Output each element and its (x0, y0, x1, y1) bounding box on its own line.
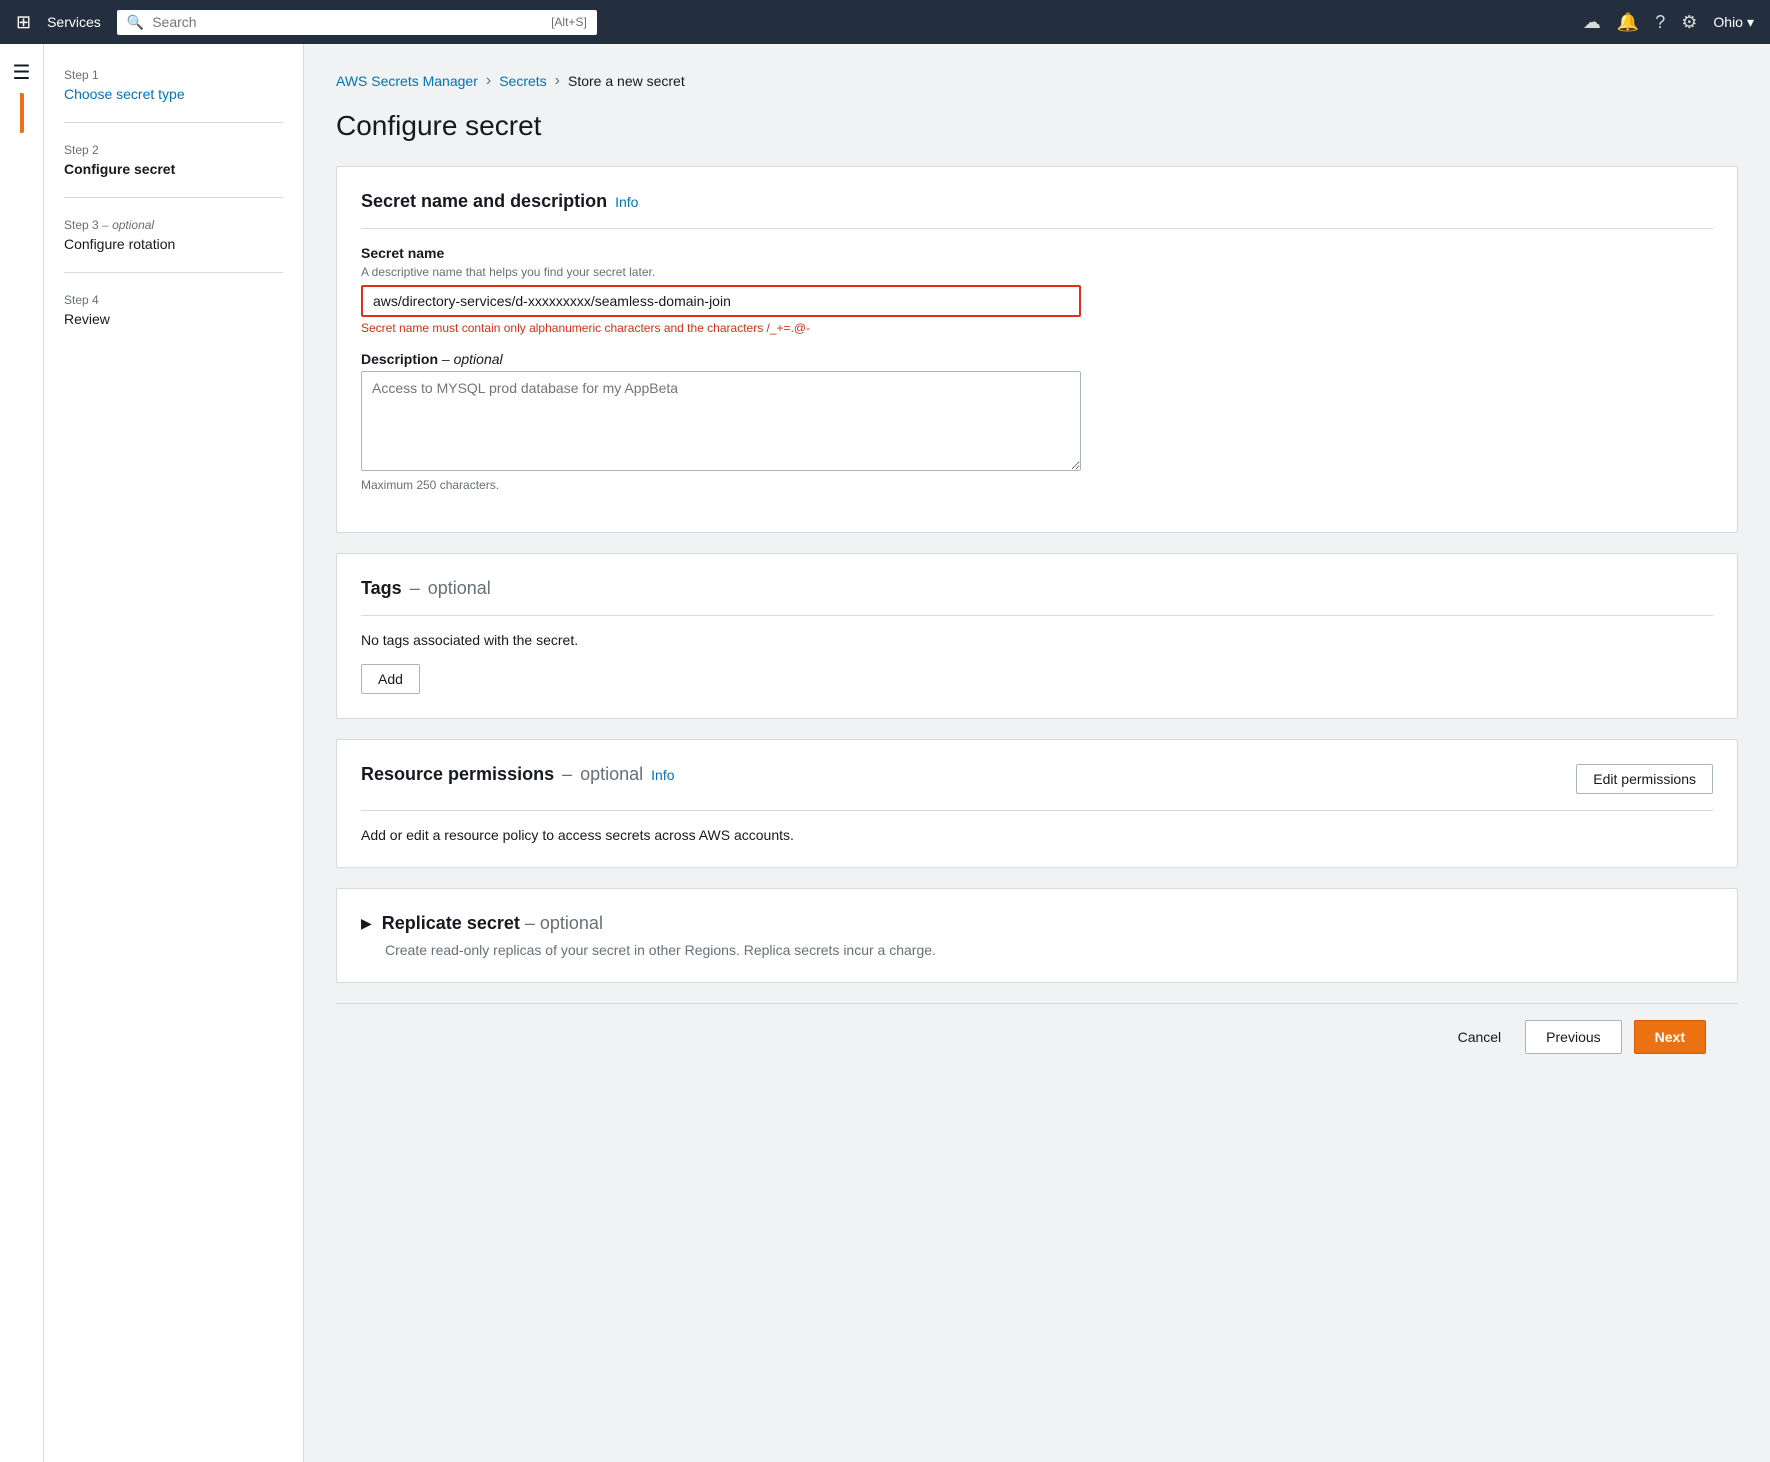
no-tags-text: No tags associated with the secret. (361, 632, 1713, 648)
region-arrow: ▾ (1747, 14, 1754, 31)
hamburger-icon[interactable]: ☰ (13, 60, 31, 85)
tags-optional: optional (428, 578, 491, 599)
step-nav: Step 1 Choose secret type Step 2 Configu… (44, 44, 304, 1462)
resource-perm-info-link[interactable]: Info (651, 767, 674, 783)
top-nav: ⊞ Services 🔍 [Alt+S] ☁ 🔔 ? ⚙ Ohio ▾ (0, 0, 1770, 44)
side-accent (20, 93, 24, 133)
step2-label: Step 2 (64, 143, 283, 157)
main-content: AWS Secrets Manager › Secrets › Store a … (304, 44, 1770, 1462)
page-footer: Cancel Previous Next (336, 1003, 1738, 1070)
region-label: Ohio (1713, 14, 1743, 30)
side-toggle: ☰ (0, 44, 44, 1462)
step2-title: Configure secret (64, 161, 283, 177)
search-bar: 🔍 [Alt+S] (117, 10, 597, 35)
step-item-1: Step 1 Choose secret type (64, 68, 283, 123)
secret-name-hint: A descriptive name that helps you find y… (361, 265, 1713, 279)
search-input[interactable] (152, 14, 543, 30)
previous-button[interactable]: Previous (1525, 1020, 1621, 1054)
breadcrumb: AWS Secrets Manager › Secrets › Store a … (336, 72, 1738, 90)
edit-permissions-button[interactable]: Edit permissions (1576, 764, 1713, 794)
step4-label: Step 4 (64, 293, 283, 307)
step3-title[interactable]: Configure rotation (64, 236, 283, 252)
replicate-desc: Create read-only replicas of your secret… (385, 942, 1713, 958)
cancel-button[interactable]: Cancel (1446, 1023, 1514, 1051)
resource-permissions-card: Resource permissions – optional Info Edi… (336, 739, 1738, 868)
secret-name-header: Secret name and description Info (361, 191, 1713, 229)
breadcrumb-sep1: › (486, 72, 491, 90)
app-layout: ☰ Step 1 Choose secret type Step 2 Confi… (0, 44, 1770, 1462)
step-item-4: Step 4 Review (64, 293, 283, 347)
step4-title[interactable]: Review (64, 311, 283, 327)
tags-card: Tags – optional No tags associated with … (336, 553, 1738, 719)
resource-perm-header: Resource permissions – optional Info Edi… (361, 764, 1713, 811)
replicate-optional: optional (540, 913, 603, 933)
secret-name-input[interactable] (361, 285, 1081, 317)
description-textarea[interactable] (361, 371, 1081, 471)
secret-name-error: Secret name must contain only alphanumer… (361, 321, 1713, 335)
description-max-hint: Maximum 250 characters. (361, 478, 1713, 492)
tags-title: Tags (361, 578, 402, 599)
cloud-icon[interactable]: ☁ (1583, 12, 1601, 33)
page-title: Configure secret (336, 110, 1738, 142)
step3-label: Step 3 – optional (64, 218, 283, 232)
breadcrumb-secrets-manager[interactable]: AWS Secrets Manager (336, 73, 478, 89)
secret-name-group: Secret name A descriptive name that help… (361, 245, 1713, 335)
secret-name-info-link[interactable]: Info (615, 194, 638, 210)
secret-name-title: Secret name and description (361, 191, 607, 212)
resource-perm-optional: optional (580, 764, 643, 785)
resource-perm-title-block: Resource permissions – optional Info (361, 764, 675, 785)
question-icon[interactable]: ? (1655, 12, 1665, 33)
breadcrumb-current: Store a new secret (568, 73, 685, 89)
breadcrumb-secrets[interactable]: Secrets (499, 73, 546, 89)
description-group: Description – optional Maximum 250 chara… (361, 351, 1713, 492)
step1-label: Step 1 (64, 68, 283, 82)
region-selector[interactable]: Ohio ▾ (1713, 14, 1754, 31)
step1-title[interactable]: Choose secret type (64, 86, 283, 102)
secret-name-card: Secret name and description Info Secret … (336, 166, 1738, 533)
grid-icon[interactable]: ⊞ (16, 12, 31, 33)
breadcrumb-sep2: › (555, 72, 560, 90)
replicate-toggle-icon[interactable]: ▶ (361, 915, 372, 932)
step-item-2: Step 2 Configure secret (64, 143, 283, 198)
tags-header: Tags – optional (361, 578, 1713, 616)
step-item-3: Step 3 – optional Configure rotation (64, 218, 283, 273)
replicate-secret-card: ▶ Replicate secret – optional Create rea… (336, 888, 1738, 983)
resource-perm-title: Resource permissions – optional Info (361, 764, 675, 785)
nav-icons: ☁ 🔔 ? ⚙ Ohio ▾ (1583, 12, 1754, 33)
replicate-title: Replicate secret – optional (382, 913, 603, 934)
replicate-header: ▶ Replicate secret – optional (361, 913, 1713, 934)
search-icon: 🔍 (127, 14, 144, 31)
add-tag-button[interactable]: Add (361, 664, 420, 694)
bell-icon[interactable]: 🔔 (1617, 12, 1639, 33)
resource-perm-desc: Add or edit a resource policy to access … (361, 827, 1713, 843)
description-label: Description – optional (361, 351, 1713, 367)
services-label[interactable]: Services (47, 14, 101, 30)
gear-icon[interactable]: ⚙ (1681, 12, 1697, 33)
secret-name-label: Secret name (361, 245, 1713, 261)
search-shortcut: [Alt+S] (551, 15, 587, 29)
next-button[interactable]: Next (1634, 1020, 1706, 1054)
